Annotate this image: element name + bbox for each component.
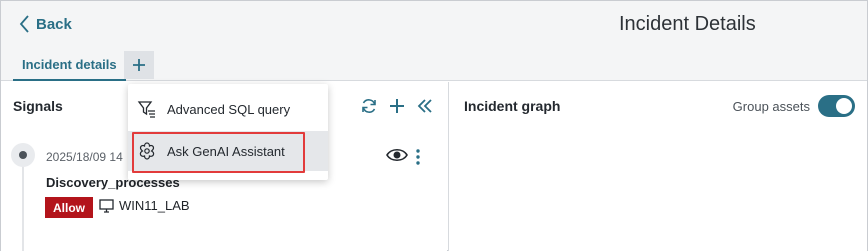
menu-item-label: Ask GenAI Assistant bbox=[167, 143, 285, 159]
collapse-panel-button[interactable] bbox=[415, 96, 435, 116]
menu-item-label: Advanced SQL query bbox=[167, 101, 291, 117]
more-vertical-icon[interactable] bbox=[413, 148, 423, 166]
filter-list-icon bbox=[137, 101, 155, 118]
group-assets-toggle[interactable] bbox=[818, 95, 855, 117]
eye-icon[interactable] bbox=[386, 146, 408, 164]
status-badge: Allow bbox=[45, 197, 93, 218]
menu-item-advanced-sql[interactable]: Advanced SQL query bbox=[128, 89, 328, 129]
add-tab-button[interactable] bbox=[124, 51, 154, 79]
signal-host[interactable]: WIN11_LAB bbox=[99, 198, 190, 213]
plus-icon bbox=[133, 59, 145, 71]
timeline-line bbox=[22, 165, 24, 251]
app-window: Back Incident Details Incident details S… bbox=[0, 0, 868, 251]
toggle-knob bbox=[836, 98, 852, 114]
menu-item-ask-genai[interactable]: Ask GenAI Assistant bbox=[128, 131, 328, 171]
host-label: WIN11_LAB bbox=[119, 198, 190, 213]
refresh-button[interactable] bbox=[359, 96, 379, 116]
back-label: Back bbox=[36, 15, 72, 33]
group-assets-label: Group assets bbox=[732, 98, 810, 114]
timeline-dot bbox=[11, 143, 35, 167]
page-title: Incident Details bbox=[619, 13, 756, 35]
signals-title: Signals bbox=[13, 98, 63, 114]
tab-incident-details[interactable]: Incident details bbox=[13, 49, 126, 81]
tab-bar: Incident details bbox=[1, 49, 867, 81]
chevron-left-icon bbox=[19, 15, 29, 33]
back-button[interactable]: Back bbox=[18, 14, 72, 34]
incident-graph-title: Incident graph bbox=[464, 98, 561, 114]
add-tab-menu: Advanced SQL query Ask GenAI Assistant bbox=[128, 84, 328, 180]
genai-icon bbox=[139, 142, 155, 160]
monitor-icon bbox=[99, 198, 114, 213]
add-signal-button[interactable] bbox=[387, 96, 407, 116]
incident-graph-panel: Incident graph Group assets bbox=[448, 82, 867, 251]
signal-date: 2025/18/09 14 bbox=[46, 150, 123, 164]
group-assets-control: Group assets bbox=[733, 95, 855, 117]
header: Back Incident Details bbox=[1, 1, 867, 49]
plus-icon bbox=[390, 99, 404, 113]
signals-toolbar bbox=[359, 96, 435, 116]
refresh-icon bbox=[362, 99, 376, 113]
collapse-left-icon bbox=[417, 99, 432, 113]
